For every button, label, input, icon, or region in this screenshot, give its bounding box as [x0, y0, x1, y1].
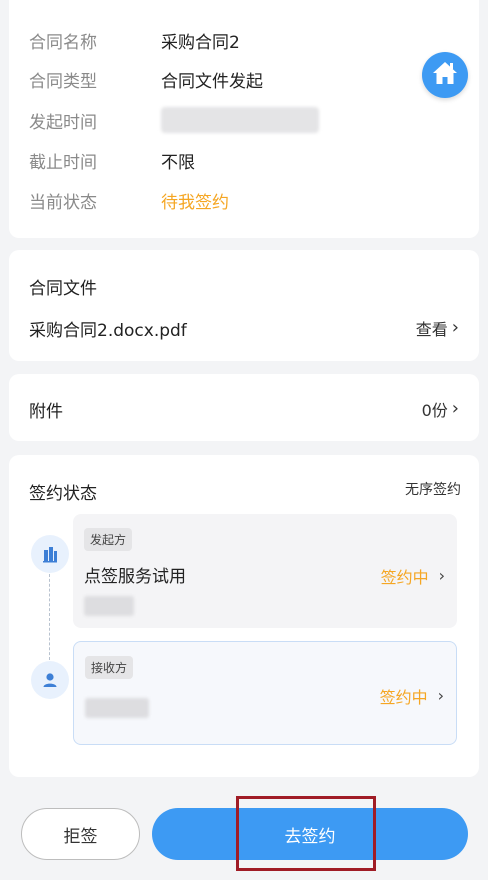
- contract-detail-page: 合同名称 采购合同2 合同类型 合同文件发起 发起时间 截止时间 不限 当前状态…: [0, 0, 488, 880]
- info-label: 合同类型: [29, 71, 97, 92]
- receiver-status: 签约中 ›: [380, 684, 444, 708]
- sender-status-label: 签约中: [380, 568, 429, 587]
- chevron-right-icon: ›: [438, 566, 445, 585]
- attachment-count: 0份: [421, 401, 448, 420]
- redacted-sender-info: [84, 596, 134, 616]
- sender-role-tag: 发起方: [84, 528, 133, 551]
- redacted-start-time: [161, 107, 319, 133]
- info-value: 采购合同2: [161, 32, 240, 53]
- sender-party-card[interactable]: 发起方 点签服务试用 签约中 ›: [73, 514, 457, 628]
- attachment-count-link[interactable]: 0份 ›: [422, 397, 459, 421]
- info-row-contract-type: 合同类型 合同文件发起: [29, 64, 263, 94]
- timeline-connector: [49, 574, 50, 660]
- info-value: 不限: [161, 152, 195, 173]
- contract-file-name[interactable]: 采购合同2.docx.pdf: [29, 316, 187, 341]
- contract-file-card: 合同文件 采购合同2.docx.pdf 查看 ›: [9, 250, 479, 361]
- info-label: 当前状态: [29, 192, 97, 213]
- home-icon: [431, 60, 459, 90]
- highlight-box: [236, 796, 376, 871]
- redacted-receiver-info: [85, 698, 149, 718]
- signing-status-title: 签约状态: [29, 484, 97, 504]
- view-file-link[interactable]: 查看 ›: [416, 316, 459, 340]
- receiver-party-card[interactable]: 接收方 签约中 ›: [73, 641, 457, 745]
- info-row-status: 当前状态 待我签约: [29, 185, 229, 215]
- contract-file-title: 合同文件: [29, 279, 97, 299]
- chevron-right-icon: ›: [437, 686, 444, 705]
- chevron-right-icon: ›: [451, 398, 459, 419]
- info-row-start-time: 发起时间: [29, 105, 319, 135]
- sender-status: 签约中 ›: [381, 564, 445, 588]
- info-label: 截止时间: [29, 152, 97, 173]
- receiver-role-tag: 接收方: [85, 656, 134, 679]
- home-button[interactable]: [422, 52, 468, 98]
- receiver-status-label: 签约中: [379, 688, 428, 707]
- building-icon: [31, 535, 69, 573]
- info-row-contract-name: 合同名称 采购合同2: [29, 25, 240, 55]
- info-label: 发起时间: [29, 112, 97, 133]
- signing-status-card: 签约状态 无序签约 发起方 点签服务试用 签约中 › 接收方 签约中 ›: [9, 455, 479, 777]
- info-label: 合同名称: [29, 32, 97, 53]
- reject-button[interactable]: 拒签: [21, 808, 140, 860]
- user-icon: [31, 661, 69, 699]
- sender-name: 点签服务试用: [84, 567, 186, 587]
- view-file-label: 查看: [415, 320, 448, 339]
- chevron-right-icon: ›: [451, 317, 459, 338]
- bottom-action-bar: 拒签 去签约: [0, 790, 488, 880]
- attachment-card[interactable]: 附件 0份 ›: [9, 374, 479, 441]
- info-row-deadline: 截止时间 不限: [29, 145, 195, 175]
- contract-info-card: 合同名称 采购合同2 合同类型 合同文件发起 发起时间 截止时间 不限 当前状态…: [9, 0, 479, 238]
- info-value: 合同文件发起: [161, 71, 263, 92]
- status-value: 待我签约: [161, 192, 229, 213]
- signing-order: 无序签约: [405, 482, 461, 498]
- attachment-title: 附件: [29, 402, 63, 422]
